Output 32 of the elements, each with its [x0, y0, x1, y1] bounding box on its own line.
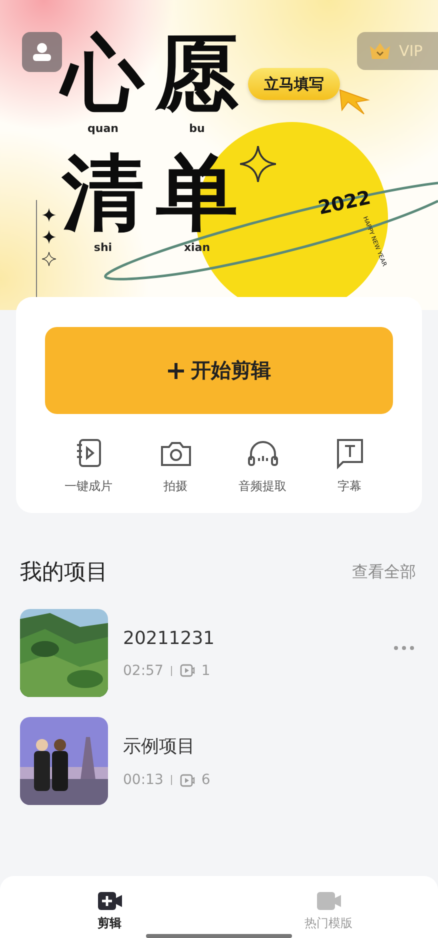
tool-button[interactable]: 拍摄: [132, 436, 219, 495]
separator-icon: [171, 666, 172, 676]
sparkle-icon: [42, 208, 56, 222]
pinyin-label: shi: [94, 241, 112, 254]
tool-button[interactable]: 字幕: [306, 436, 393, 495]
pinyin-label: bu: [189, 122, 205, 135]
project-name[interactable]: 示例项目: [123, 734, 418, 758]
fill-in-button[interactable]: 立马填写: [248, 68, 340, 100]
nav-tab[interactable]: 剪辑: [0, 890, 219, 932]
video-camera-icon: [316, 890, 342, 912]
section-title: 我的项目: [20, 559, 108, 587]
duration-label: 00:13: [123, 772, 164, 788]
tool-button[interactable]: 一键成片: [45, 436, 132, 495]
separator-icon: [171, 775, 172, 785]
sparkle-icon: [240, 146, 276, 182]
pinyin-label: quan: [88, 122, 118, 135]
sparkle-icon: [42, 230, 56, 244]
video-camera-icon: [96, 890, 122, 912]
project-name[interactable]: 20211231: [123, 628, 375, 648]
user-icon: [32, 42, 52, 62]
tool-button[interactable]: 音频提取: [219, 436, 306, 495]
sparkle-icon: [42, 252, 56, 266]
clip-count: 1: [201, 662, 210, 678]
start-edit-button[interactable]: 开始剪辑: [45, 327, 393, 414]
clip-icon: [180, 774, 196, 786]
duration-label: 02:57: [123, 662, 164, 678]
clip-icon: [180, 664, 196, 677]
title-character: 清: [62, 153, 144, 235]
title-character: 愿: [156, 34, 238, 116]
clip-count: 6: [201, 772, 210, 788]
plus-icon: [167, 362, 185, 380]
crown-icon: [369, 42, 391, 60]
